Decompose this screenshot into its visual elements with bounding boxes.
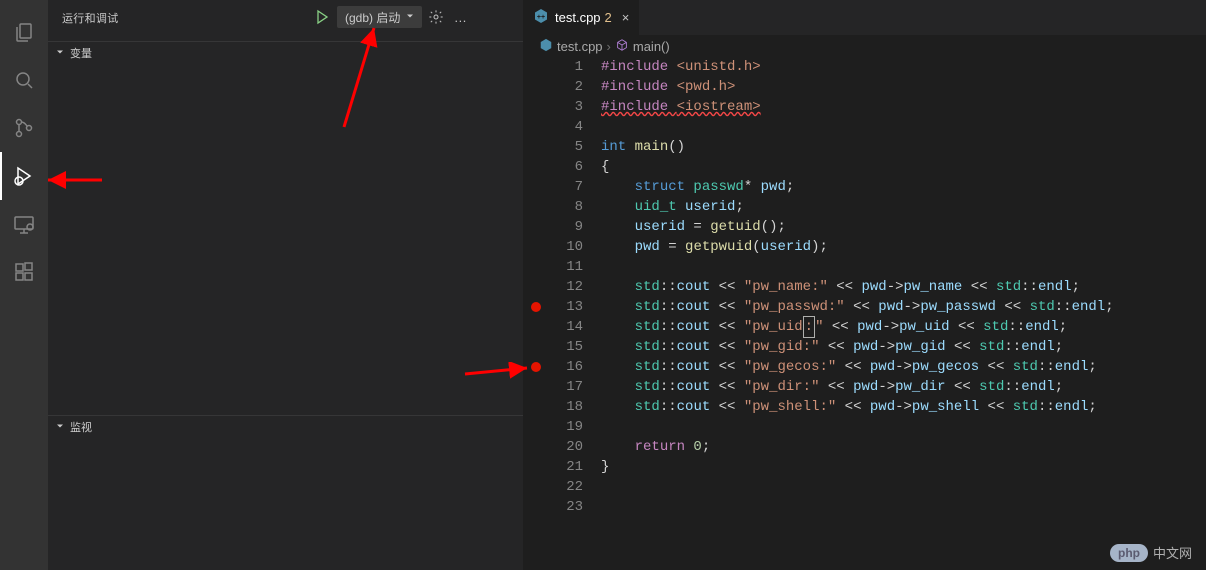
code-line[interactable] [601, 477, 1192, 497]
line-number-gutter[interactable]: 1234567891011121314151617181920212223 [523, 57, 601, 570]
line-number[interactable]: 7 [523, 177, 583, 197]
sidebar-title: 运行和调试 [62, 10, 119, 26]
tab-modified-count: 2 [605, 10, 612, 25]
code-editor[interactable]: 1234567891011121314151617181920212223 #i… [523, 57, 1206, 570]
code-line[interactable]: std::cout << "pw_name:" << pwd->pw_name … [601, 277, 1192, 297]
cpp-file-icon: ++ [533, 8, 549, 27]
activity-bar [0, 0, 48, 570]
source-control-icon[interactable] [0, 104, 48, 152]
line-number[interactable]: 8 [523, 197, 583, 217]
watermark-text: 中文网 [1153, 543, 1192, 562]
code-line[interactable]: return 0; [601, 437, 1192, 457]
watch-section-header[interactable]: 监视 [48, 416, 523, 438]
code-line[interactable] [601, 257, 1192, 277]
code-line[interactable]: #include <iostream> [601, 97, 1192, 117]
line-number[interactable]: 15 [523, 337, 583, 357]
line-number[interactable]: 18 [523, 397, 583, 417]
close-icon[interactable]: × [622, 10, 630, 25]
code-line[interactable]: std::cout << "pw_gid:" << pwd->pw_gid <<… [601, 337, 1192, 357]
line-number[interactable]: 3 [523, 97, 583, 117]
variables-section-header[interactable]: 变量 [48, 42, 523, 64]
run-debug-icon[interactable] [0, 152, 48, 200]
watermark: php 中文网 [1110, 543, 1192, 562]
code-content[interactable]: #include <unistd.h>#include <pwd.h>#incl… [601, 57, 1192, 570]
line-number[interactable]: 2 [523, 77, 583, 97]
code-line[interactable] [601, 497, 1192, 517]
code-line[interactable]: std::cout << "pw_uid:" << pwd->pw_uid <<… [601, 317, 1192, 337]
gear-icon[interactable] [426, 6, 446, 28]
breadcrumb-method: main() [633, 39, 670, 54]
breakpoint-icon[interactable] [531, 302, 541, 312]
line-number[interactable]: 9 [523, 217, 583, 237]
breadcrumb-separator: › [607, 39, 611, 54]
code-line[interactable]: userid = getuid(); [601, 217, 1192, 237]
editor-tabs: ++ test.cpp 2 × [523, 0, 1206, 35]
breadcrumb-file: test.cpp [557, 39, 603, 54]
debug-config-label: (gdb) 启动 [345, 9, 400, 26]
line-number[interactable]: 20 [523, 437, 583, 457]
tab-name: test.cpp [555, 10, 601, 25]
chevron-down-icon [404, 10, 416, 25]
code-line[interactable]: { [601, 157, 1192, 177]
chevron-down-icon [54, 420, 66, 435]
more-icon[interactable]: … [450, 6, 470, 28]
cursor: : [803, 316, 815, 338]
debug-sidebar: 运行和调试 (gdb) 启动 … 变量 监视 [48, 0, 523, 570]
code-line[interactable] [601, 417, 1192, 437]
line-number[interactable]: 21 [523, 457, 583, 477]
variables-label: 变量 [70, 45, 92, 61]
tab-test-cpp[interactable]: ++ test.cpp 2 × [523, 0, 640, 35]
line-number[interactable]: 4 [523, 117, 583, 137]
code-line[interactable] [601, 117, 1192, 137]
watermark-badge: php [1110, 544, 1148, 562]
line-number[interactable]: 23 [523, 497, 583, 517]
line-number[interactable]: 14 [523, 317, 583, 337]
code-line[interactable]: std::cout << "pw_passwd:" << pwd->pw_pas… [601, 297, 1192, 317]
line-number[interactable]: 12 [523, 277, 583, 297]
code-line[interactable]: struct passwd* pwd; [601, 177, 1192, 197]
remote-icon[interactable] [0, 200, 48, 248]
code-line[interactable]: std::cout << "pw_gecos:" << pwd->pw_geco… [601, 357, 1192, 377]
method-icon [615, 38, 629, 55]
debug-config-select[interactable]: (gdb) 启动 [337, 6, 422, 28]
line-number[interactable]: 5 [523, 137, 583, 157]
line-number[interactable]: 17 [523, 377, 583, 397]
line-number[interactable]: 10 [523, 237, 583, 257]
line-number[interactable]: 6 [523, 157, 583, 177]
code-line[interactable]: std::cout << "pw_shell:" << pwd->pw_shel… [601, 397, 1192, 417]
breadcrumb[interactable]: test.cpp › main() [523, 35, 1206, 57]
files-icon[interactable] [0, 8, 48, 56]
chevron-down-icon [54, 46, 66, 61]
extensions-icon[interactable] [0, 248, 48, 296]
line-number[interactable]: 19 [523, 417, 583, 437]
watch-label: 监视 [70, 419, 92, 435]
code-line[interactable]: #include <unistd.h> [601, 57, 1192, 77]
line-number[interactable]: 22 [523, 477, 583, 497]
search-icon[interactable] [0, 56, 48, 104]
code-line[interactable]: uid_t userid; [601, 197, 1192, 217]
code-line[interactable]: pwd = getpwuid(userid); [601, 237, 1192, 257]
start-debug-button[interactable] [311, 6, 333, 28]
line-number[interactable]: 11 [523, 257, 583, 277]
code-line[interactable]: #include <pwd.h> [601, 77, 1192, 97]
minimap[interactable] [1192, 57, 1206, 570]
editor-area: ++ test.cpp 2 × test.cpp › main() 123456… [523, 0, 1206, 570]
cpp-file-icon [539, 38, 553, 55]
code-line[interactable]: } [601, 457, 1192, 477]
line-number[interactable]: 1 [523, 57, 583, 77]
svg-text:++: ++ [537, 14, 545, 21]
code-line[interactable]: int main() [601, 137, 1192, 157]
breakpoint-icon[interactable] [531, 362, 541, 372]
code-line[interactable]: std::cout << "pw_dir:" << pwd->pw_dir <<… [601, 377, 1192, 397]
